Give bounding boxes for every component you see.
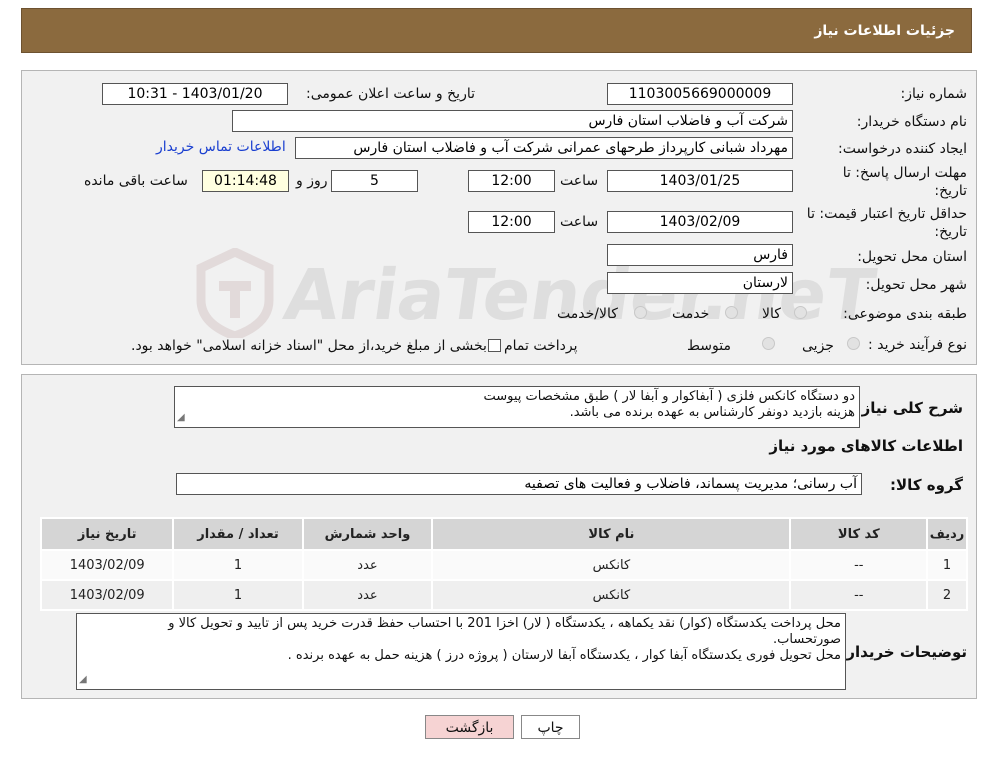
- column-header: کد کالا: [789, 517, 929, 551]
- process-type-label: نوع فرآیند خرید :: [868, 337, 967, 353]
- cell-quantity: 1: [172, 579, 304, 611]
- need-number-label: شماره نیاز:: [900, 86, 968, 102]
- description-label: شرح کلی نیاز:: [855, 399, 963, 417]
- process-radio-minor[interactable]: [847, 337, 860, 350]
- deadline-date-field: 1403/01/25: [607, 170, 793, 192]
- announce-datetime-label: تاریخ و ساعت اعلان عمومی:: [306, 86, 475, 102]
- province-label: استان محل تحویل:: [857, 249, 967, 265]
- description-line-1: دو دستگاه کانکس فلزی ( آبفاکوار و آبفا ل…: [483, 389, 856, 404]
- category-label: طبقه بندی موضوعی:: [843, 306, 967, 322]
- column-header: واحد شمارش: [301, 517, 434, 551]
- back-button[interactable]: بازگشت: [425, 715, 514, 739]
- deadline-time-label: ساعت: [560, 173, 599, 189]
- announce-datetime-field: 1403/01/20 - 10:31: [102, 83, 288, 105]
- cell-item-name: کانکس: [431, 579, 792, 611]
- cell-row-number: 1: [926, 549, 968, 581]
- print-button[interactable]: چاپ: [521, 715, 580, 739]
- treasury-note: پرداخت تمام یا بخشی از مبلغ خرید،از محل …: [131, 338, 578, 354]
- cell-unit: عدد: [301, 579, 434, 611]
- city-label: شهر محل تحویل:: [865, 277, 967, 293]
- table-row: 2 -- کانکس عدد 1 1403/02/09: [39, 579, 968, 611]
- days-label: روز و: [296, 173, 328, 189]
- column-header: ردیف: [926, 517, 968, 551]
- city-field: لارستان: [607, 272, 793, 294]
- goods-group-field: آب رسانی؛ مدیریت پسماند، فاضلاب و فعالیت…: [176, 473, 862, 495]
- requester-field: مهرداد شبانی کارپرداز طرحهای عمرانی شرکت…: [295, 137, 793, 159]
- process-radio-medium[interactable]: [762, 337, 775, 350]
- page-title: جزئیات اطلاعات نیاز: [814, 22, 955, 39]
- category-option-goods-service: کالا/خدمت: [557, 306, 618, 322]
- time-remaining-field: 01:14:48: [202, 170, 289, 192]
- validity-date-field: 1403/02/09: [607, 211, 793, 233]
- process-option-minor: جزیی: [802, 338, 834, 354]
- description-line-2: هزینه بازدید دونفر کارشناس به عهده برنده…: [569, 405, 855, 420]
- cell-item-name: کانکس: [431, 549, 792, 581]
- page-header: جزئیات اطلاعات نیاز: [21, 8, 972, 53]
- buyer-notes-textarea[interactable]: محل پرداخت یکدستگاه (کوار) نقد یکماهه ، …: [76, 613, 846, 690]
- buyer-contact-link[interactable]: اطلاعات تماس خریدار: [156, 139, 286, 155]
- cell-quantity: 1: [172, 549, 304, 581]
- cell-need-date: 1403/02/09: [39, 579, 175, 611]
- deadline-label: مهلت ارسال پاسخ: تا: [842, 165, 967, 181]
- province-field: فارس: [607, 244, 793, 266]
- cell-item-code: --: [789, 579, 929, 611]
- buyer-notes-line-1: محل پرداخت یکدستگاه (کوار) نقد یکماهه ، …: [168, 616, 841, 631]
- time-remaining-label: ساعت باقی مانده: [84, 173, 188, 189]
- column-header: تعداد / مقدار: [172, 517, 304, 551]
- goods-section-title: اطلاعات کالاهای مورد نیاز: [769, 437, 963, 455]
- validity-label-2: تاریخ:: [934, 224, 967, 240]
- category-radio-goods-service[interactable]: [634, 306, 647, 319]
- validity-time-field: 12:00: [468, 211, 555, 233]
- need-number-field: 1103005669000009: [607, 83, 793, 105]
- watermark-text: AriaTender.neT: [279, 254, 881, 336]
- description-textarea[interactable]: دو دستگاه کانکس فلزی ( آبفاکوار و آبفا ل…: [174, 386, 860, 428]
- validity-time-label: ساعت: [560, 214, 599, 230]
- resize-grip-icon[interactable]: ◢: [177, 410, 185, 426]
- category-option-goods: کالا: [762, 306, 781, 322]
- watermark-logo-icon: [195, 247, 275, 341]
- requester-label: ایجاد کننده درخواست:: [838, 141, 967, 157]
- items-table-wrapper: ردیف کد کالا نام کالا واحد شمارش تعداد /…: [39, 517, 968, 611]
- cell-row-number: 2: [926, 579, 968, 611]
- deadline-label-2: تاریخ:: [934, 183, 967, 199]
- column-header: تاریخ نیاز: [39, 517, 175, 551]
- table-header-row: ردیف کد کالا نام کالا واحد شمارش تعداد /…: [39, 517, 968, 551]
- buyer-notes-line-3: محل تحویل فوری یکدستگاه آبفا کوار ، یکدس…: [287, 648, 841, 663]
- category-radio-service[interactable]: [725, 306, 738, 319]
- treasury-checkbox[interactable]: [488, 339, 501, 352]
- resize-grip-icon[interactable]: ◢: [79, 672, 87, 688]
- cell-unit: عدد: [301, 549, 434, 581]
- buyer-org-label: نام دستگاه خریدار:: [856, 114, 967, 130]
- cell-item-code: --: [789, 549, 929, 581]
- buyer-notes-line-2: صورتحساب.: [773, 632, 841, 647]
- process-option-medium: متوسط: [687, 338, 731, 354]
- table-row: 1 -- کانکس عدد 1 1403/02/09: [39, 549, 968, 581]
- buyer-org-field: شرکت آب و فاضلاب استان فارس: [232, 110, 793, 132]
- cell-need-date: 1403/02/09: [39, 549, 175, 581]
- category-radio-goods[interactable]: [794, 306, 807, 319]
- deadline-time-field: 12:00: [468, 170, 555, 192]
- validity-label: حداقل تاریخ اعتبار قیمت: تا: [806, 206, 967, 222]
- days-remaining-field: 5: [331, 170, 418, 192]
- category-option-service: خدمت: [672, 306, 710, 322]
- items-table: ردیف کد کالا نام کالا واحد شمارش تعداد /…: [39, 517, 968, 611]
- buyer-notes-label: توضیحات خریدار:: [840, 643, 967, 661]
- column-header: نام کالا: [431, 517, 792, 551]
- goods-group-label: گروه کالا:: [890, 476, 963, 494]
